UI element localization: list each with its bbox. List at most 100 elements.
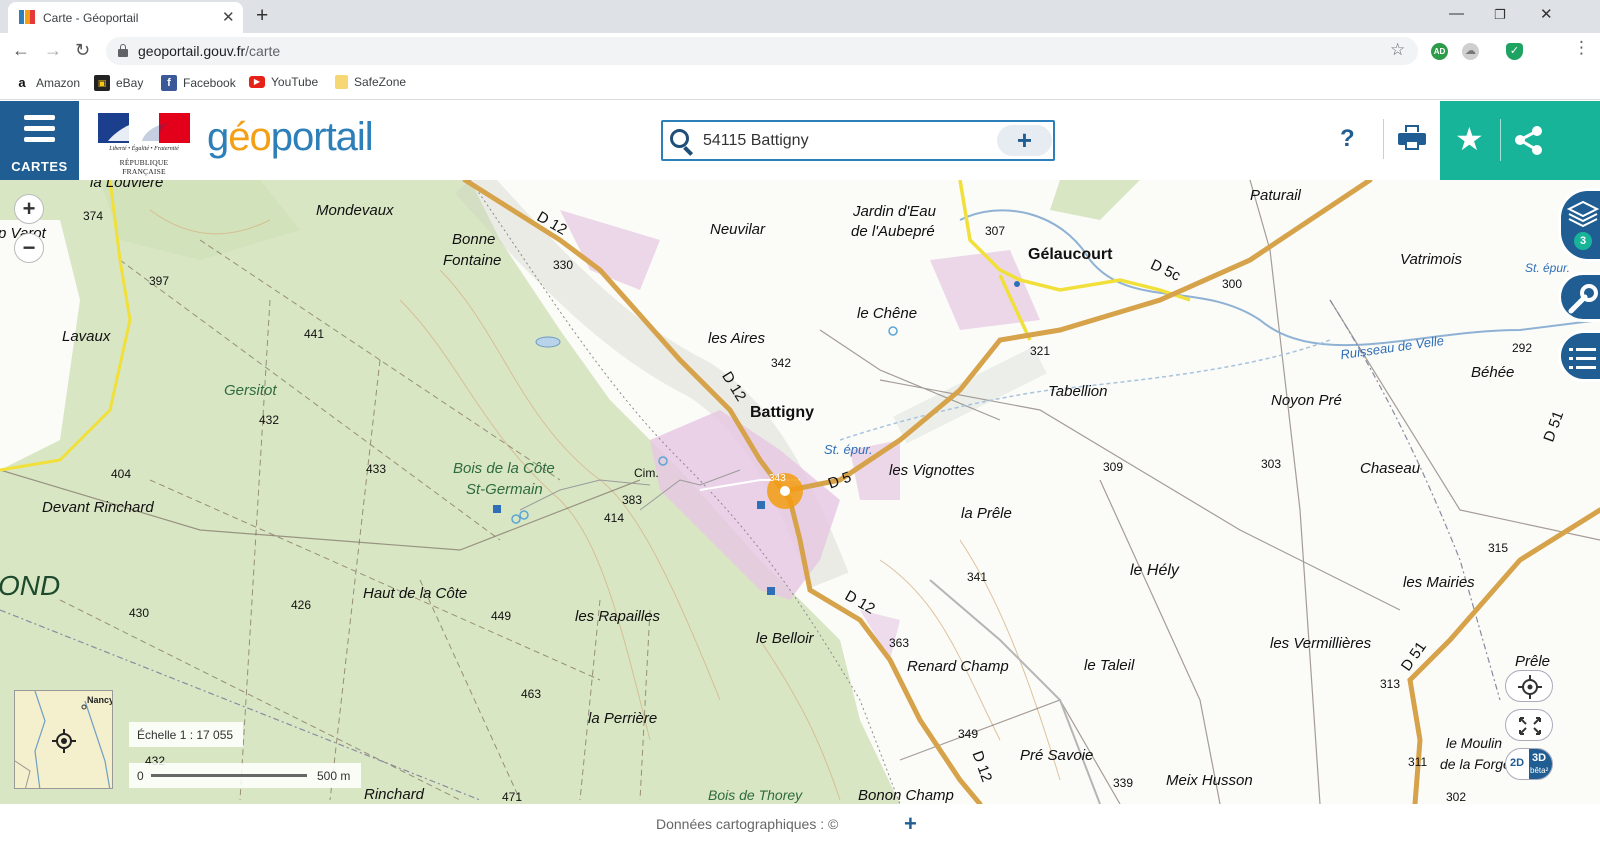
- shield-extension-icon[interactable]: ✓: [1506, 43, 1523, 60]
- adblock-extension-icon[interactable]: AD: [1431, 43, 1448, 60]
- bookmarks-bar: a Amazon ▣ eBay f Facebook ▶ YouTube SafeZon…: [0, 69, 1600, 100]
- bookmark-ebay[interactable]: ▣ eBay: [94, 75, 143, 91]
- window-close-icon[interactable]: ✕: [1540, 5, 1553, 23]
- map-label: de la Forge: [1440, 756, 1511, 772]
- minimize-icon[interactable]: —: [1449, 5, 1464, 22]
- geoportail-logo[interactable]: géoportail: [207, 115, 374, 160]
- layers-button[interactable]: 3: [1558, 188, 1600, 262]
- map-label: la Prêle: [961, 505, 1012, 522]
- tab-close-icon[interactable]: ✕: [222, 8, 235, 26]
- bookmark-star-icon[interactable]: ☆: [1390, 40, 1405, 60]
- altitude-label: 374: [83, 209, 104, 223]
- browser-tab-bar: Carte - Géoportail ✕ + — ❐ ✕: [0, 0, 1600, 33]
- map-label: les Vermillières: [1270, 635, 1372, 652]
- altitude-label: 321: [1030, 344, 1051, 358]
- bookmark-amazon[interactable]: a Amazon: [14, 75, 80, 91]
- search-input[interactable]: [703, 132, 983, 150]
- map-label: Cim.: [634, 466, 659, 480]
- map-label: Meix Husson: [1166, 772, 1253, 789]
- cloud-extension-icon[interactable]: ☁: [1462, 43, 1479, 60]
- beta-label: bêta²: [1530, 766, 1549, 775]
- user-actions: ★: [1440, 101, 1600, 180]
- view-3d-option[interactable]: 3D bêta²: [1529, 749, 1552, 779]
- bookmark-youtube[interactable]: ▶ YouTube: [249, 75, 318, 89]
- share-icon[interactable]: [1512, 123, 1546, 157]
- altitude-label: 414: [604, 511, 625, 525]
- altitude-label: 343: [769, 473, 786, 484]
- altitude-label: 433: [366, 462, 387, 476]
- view-2d-label[interactable]: 2D: [1510, 757, 1524, 769]
- zoom-in-button[interactable]: +: [14, 194, 44, 224]
- advanced-search-button[interactable]: +: [997, 125, 1052, 156]
- search-icon[interactable]: [670, 129, 696, 156]
- map-label: St-Germain: [466, 481, 543, 498]
- restore-icon[interactable]: ❐: [1494, 7, 1506, 23]
- scale-text: Échelle 1 : 17 055: [129, 722, 243, 747]
- header-divider: [1383, 119, 1384, 159]
- altitude-label: 330: [553, 258, 574, 272]
- folder-icon: [335, 75, 348, 89]
- overview-minimap[interactable]: Nancy: [14, 690, 113, 789]
- map-label: Rinchard: [364, 786, 425, 803]
- zoom-out-button[interactable]: −: [14, 233, 44, 263]
- omnibox[interactable]: geoportail.gouv.fr/carte ☆: [106, 37, 1418, 65]
- tools-button[interactable]: [1558, 272, 1600, 322]
- map-label: Prêle: [1515, 653, 1551, 670]
- map-label: Vatrimois: [1400, 251, 1462, 268]
- browser-tab[interactable]: Carte - Géoportail ✕: [8, 2, 243, 33]
- browser-menu-icon[interactable]: ⋮: [1573, 38, 1590, 58]
- altitude-label: 311: [1408, 755, 1428, 769]
- cartes-menu-button[interactable]: CARTES: [0, 101, 79, 180]
- republic-name: RÉPUBLIQUE FRANÇAISE: [119, 158, 169, 176]
- back-icon[interactable]: ←: [12, 40, 30, 61]
- altitude-label: 349: [958, 727, 979, 741]
- map-label: Chaseau: [1360, 460, 1421, 477]
- attribution-more-button[interactable]: +: [904, 811, 917, 837]
- new-tab-icon[interactable]: +: [256, 4, 268, 28]
- map-label: Béhée: [1471, 364, 1515, 381]
- altitude-label: 309: [1103, 460, 1124, 474]
- amazon-icon: a: [18, 75, 26, 90]
- attribution-text: Données cartographiques : ©: [656, 816, 839, 832]
- reload-icon[interactable]: ↻: [75, 40, 90, 61]
- wrench-icon: [1568, 284, 1598, 314]
- view-3d-label: 3D: [1532, 752, 1547, 764]
- print-icon[interactable]: [1398, 125, 1426, 153]
- map-canvas[interactable]: la Louvière Mondevaux Bonne Fontaine Neu…: [0, 180, 1600, 804]
- marianne-flag-icon: [98, 113, 190, 143]
- url-text: geoportail.gouv.fr/carte: [138, 43, 281, 59]
- map-label-gelaucourt: Gélaucourt: [1028, 246, 1113, 263]
- altitude-label: 341: [967, 570, 988, 584]
- scale-bar: 0 500 m: [129, 763, 361, 788]
- map-label: les Vignottes: [889, 462, 975, 479]
- altitude-label: 383: [622, 493, 643, 507]
- geolocate-button[interactable]: [1505, 670, 1553, 702]
- minimap-locate-icon[interactable]: [52, 729, 76, 753]
- map-label: Devant Rinchard: [42, 499, 154, 516]
- map-label: St. épur.: [1525, 261, 1570, 275]
- bookmark-facebook[interactable]: f Facebook: [161, 75, 236, 91]
- map-label: les Mairies: [1403, 574, 1475, 591]
- map-label: Neuvilar: [710, 221, 766, 238]
- map-label: le Hély: [1130, 562, 1179, 579]
- map-label: la Perrière: [588, 710, 658, 727]
- map-label: Bonon Champ: [858, 787, 954, 804]
- map-label: Noyon Pré: [1271, 392, 1342, 409]
- map-label: Jardin d'Eau: [853, 203, 936, 220]
- bookmark-safezone[interactable]: SafeZone: [335, 75, 406, 89]
- altitude-label: 404: [111, 467, 132, 481]
- fullscreen-button[interactable]: [1505, 709, 1553, 741]
- favorites-star-icon[interactable]: ★: [1455, 120, 1484, 158]
- list-icon: [1569, 348, 1596, 369]
- legend-button[interactable]: [1558, 330, 1600, 382]
- lock-icon: [118, 44, 128, 57]
- altitude-label: 292: [1512, 341, 1533, 355]
- altitude-label: 426: [291, 598, 312, 612]
- view-2d-3d-toggle[interactable]: 2D 3D bêta²: [1505, 748, 1553, 780]
- map-label: les Aires: [708, 330, 765, 347]
- help-button[interactable]: ?: [1340, 125, 1355, 153]
- forward-icon[interactable]: →: [44, 40, 62, 61]
- altitude-label: 397: [149, 274, 170, 288]
- cartes-label: CARTES: [11, 159, 68, 174]
- facebook-icon: f: [161, 75, 177, 91]
